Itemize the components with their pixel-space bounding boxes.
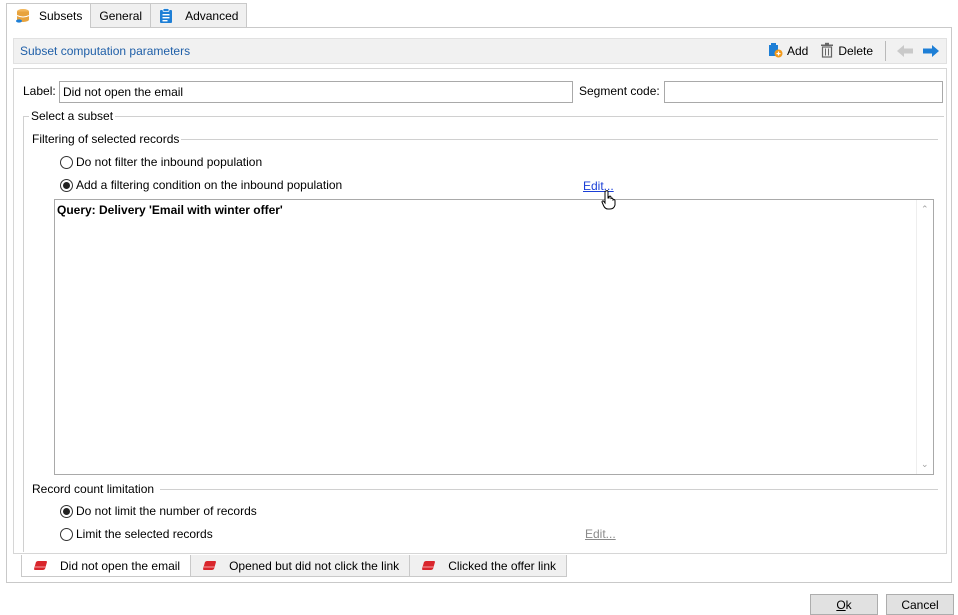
limit-option[interactable]: Limit the selected records xyxy=(60,527,213,541)
no-limit-label: Do not limit the number of records xyxy=(76,504,257,518)
tab-advanced-label: Advanced xyxy=(185,8,239,23)
select-subset-legend: Select a subset xyxy=(29,109,116,123)
section-title: Subset computation parameters xyxy=(20,44,191,58)
segment-code-input[interactable] xyxy=(664,81,943,103)
add-button[interactable]: Add xyxy=(761,42,814,61)
subset-tab-opened-no-click[interactable]: Opened but did not click the link xyxy=(190,555,411,577)
hand-cursor-icon xyxy=(601,190,617,213)
record-limit-divider xyxy=(160,489,938,490)
clipboard-icon xyxy=(159,7,173,24)
delete-button[interactable]: Delete xyxy=(814,42,879,61)
section-header: Subset computation parameters Add Delete xyxy=(13,38,947,64)
scroll-down-icon[interactable]: ⌄ xyxy=(921,459,929,470)
segment-code-caption: Segment code: xyxy=(579,84,660,98)
add-condition-radio[interactable] xyxy=(60,178,73,192)
tab-general[interactable]: General xyxy=(90,3,152,27)
subset-tab-clicked-offer[interactable]: Clicked the offer link xyxy=(409,555,568,577)
ok-mnemonic: O xyxy=(836,597,846,612)
cancel-button[interactable]: Cancel xyxy=(886,594,954,615)
subsets-panel: Subset computation parameters Add Delete… xyxy=(6,27,952,583)
toolbar-separator xyxy=(885,41,886,61)
next-arrow-icon[interactable] xyxy=(918,44,946,58)
add-button-label: Add xyxy=(786,44,809,58)
query-text: Query: Delivery 'Email with winter offer… xyxy=(57,203,283,217)
no-limit-radio[interactable] xyxy=(60,504,73,518)
label-input[interactable]: Did not open the email xyxy=(59,81,573,103)
trash-icon xyxy=(820,42,834,61)
record-limit-legend: Record count limitation xyxy=(30,482,157,496)
subset-segment-icon xyxy=(32,560,48,572)
label-caption: Label: xyxy=(23,84,56,98)
top-tab-strip: Subsets General Advanced xyxy=(6,3,248,28)
no-filter-option[interactable]: Do not filter the inbound population xyxy=(60,155,262,169)
subset-tab-did-not-open[interactable]: Did not open the email xyxy=(21,555,192,577)
filtering-divider xyxy=(180,139,938,140)
no-limit-option[interactable]: Do not limit the number of records xyxy=(60,504,257,518)
tab-advanced[interactable]: Advanced xyxy=(150,3,248,27)
filtering-legend: Filtering of selected records xyxy=(30,132,182,146)
add-condition-label: Add a filtering condition on the inbound… xyxy=(76,178,343,192)
query-scrollbar[interactable]: ⌃ ⌄ xyxy=(916,200,933,474)
subset-segment-icon xyxy=(420,560,436,572)
cancel-label: Cancel xyxy=(901,597,939,612)
add-condition-option[interactable]: Add a filtering condition on the inbound… xyxy=(60,178,342,192)
no-filter-radio[interactable] xyxy=(60,155,73,169)
limit-label: Limit the selected records xyxy=(76,527,213,541)
database-cylinder-icon xyxy=(15,8,31,24)
section-toolbar: Add Delete xyxy=(761,39,946,63)
no-filter-label: Do not filter the inbound population xyxy=(76,155,263,169)
tab-subsets[interactable]: Subsets xyxy=(6,3,92,28)
previous-arrow-icon[interactable] xyxy=(892,44,918,58)
delete-button-label: Delete xyxy=(838,44,873,58)
tab-general-label: General xyxy=(99,8,143,23)
tab-subsets-label: Subsets xyxy=(39,9,83,23)
subset-tab-label: Clicked the offer link xyxy=(448,558,557,573)
limit-edit-link: Edit... xyxy=(585,527,616,541)
query-display[interactable]: Query: Delivery 'Email with winter offer… xyxy=(54,199,934,475)
add-subset-icon xyxy=(767,42,783,61)
limit-radio[interactable] xyxy=(60,527,73,541)
subset-form: Label: Did not open the email Segment co… xyxy=(13,68,947,554)
subset-tab-strip: Did not open the email Opened but did no… xyxy=(21,555,568,577)
ok-label-rest: k xyxy=(845,597,852,612)
subset-tab-label: Opened but did not click the link xyxy=(229,558,400,573)
subset-tab-label: Did not open the email xyxy=(60,558,181,573)
ok-button[interactable]: Ok xyxy=(810,594,878,615)
subset-segment-icon xyxy=(201,560,217,572)
scroll-up-icon[interactable]: ⌃ xyxy=(921,204,929,215)
